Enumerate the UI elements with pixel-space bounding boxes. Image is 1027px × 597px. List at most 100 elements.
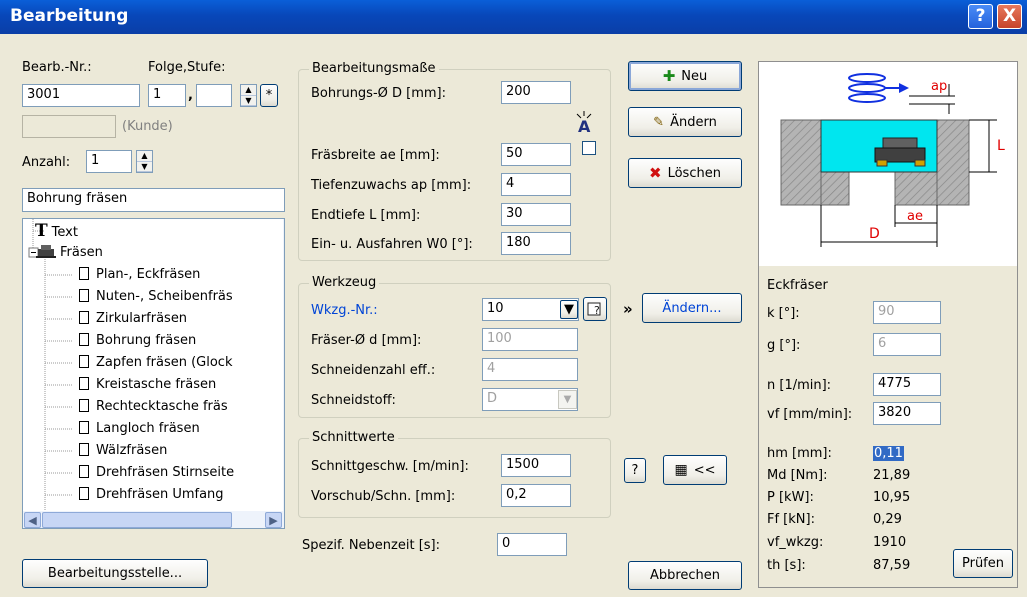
tree-horizontal-scrollbar[interactable]: ◀ ▶ [23, 511, 284, 528]
vorschub-label: Vorschub/Schn. [mm]: [311, 489, 456, 504]
comma-separator: , [188, 88, 193, 103]
k-input: 90 [873, 301, 941, 324]
spin-down-icon[interactable]: ▼ [137, 162, 152, 172]
scroll-thumb[interactable] [284, 237, 285, 413]
stufe-input[interactable] [196, 84, 232, 107]
plus-icon: ✚ [662, 67, 676, 85]
help-calc-button[interactable]: ? [624, 458, 646, 483]
star-button[interactable]: * [260, 84, 278, 107]
abbrechen-button[interactable]: Abbrechen [628, 561, 742, 590]
tree-node-zapfenfraesen[interactable]: Zapfen fräsen (Glock [79, 352, 233, 374]
svg-text:?: ? [594, 304, 600, 317]
result-p-value: 10,95 [873, 490, 911, 505]
schnittgeschw-input[interactable]: 1500 [501, 454, 571, 477]
tree-node-drehfraesen-stirnseite[interactable]: Drehfräsen Stirnseite [79, 462, 234, 484]
scroll-down-icon[interactable]: ▼ [284, 493, 285, 510]
schneidenzahl-input: 4 [482, 358, 578, 381]
schneidenzahl-label: Schneidenzahl eff.: [311, 363, 436, 378]
neu-button[interactable]: ✚ Neu [628, 61, 742, 91]
einaus-label: Ein- u. Ausfahren W0 [°]: [311, 237, 473, 252]
operation-name-input[interactable]: Bohrung fräsen [22, 188, 285, 212]
result-p-label: P [kW]: [767, 490, 814, 505]
tree-vertical-scrollbar[interactable]: ▲ ▼ [283, 219, 285, 511]
tree-node-nutenfraesen[interactable]: Nuten-, Scheibenfräs [79, 286, 233, 308]
close-button[interactable]: X [997, 4, 1022, 29]
tool-database-icon: ? [587, 302, 601, 317]
tree-node-fraesen[interactable]: Fräsen [35, 242, 103, 264]
scroll-thumb[interactable] [42, 512, 232, 528]
n-input[interactable]: 4775 [873, 373, 941, 396]
delete-icon: ✖ [649, 164, 662, 182]
tool-type-label: Eckfräser [767, 278, 828, 293]
bohrung-input[interactable]: 200 [501, 81, 571, 104]
k-label: k [°]: [767, 306, 800, 321]
result-md-label: Md [Nm]: [767, 468, 828, 483]
group-title: Schnittwerte [309, 430, 398, 445]
document-icon [79, 487, 89, 500]
spin-up-icon[interactable]: ▲ [137, 151, 152, 162]
g-input: 6 [873, 333, 941, 356]
fraeser-input: 100 [482, 328, 578, 351]
folge-spinner[interactable]: ▲ ▼ [240, 84, 257, 107]
scroll-right-icon[interactable]: ▶ [265, 512, 282, 528]
endtiefe-label: Endtiefe L [mm]: [311, 208, 421, 223]
result-vfwkzg-value: 1910 [873, 535, 907, 550]
aendern-button[interactable]: ✎ Ändern [628, 107, 742, 137]
chevron-down-icon[interactable]: ▼ [560, 300, 578, 319]
tiefenzuwachs-label: Tiefenzuwachs ap [mm]: [311, 178, 472, 193]
vf-input[interactable]: 3820 [873, 402, 941, 425]
help-button[interactable]: ? [968, 4, 993, 29]
pruefen-button[interactable]: Prüfen [953, 549, 1013, 578]
n-label: n [1/min]: [767, 378, 832, 393]
title-bar[interactable]: Bearbeitung ? X [0, 0, 1027, 34]
bearbeitungsstelle-button[interactable]: Bearbeitungsstelle... [22, 559, 208, 588]
loeschen-button[interactable]: ✖ Löschen [628, 158, 742, 188]
vorschub-input[interactable]: 0,2 [501, 484, 571, 507]
fraeser-label: Fräser-Ø d [mm]: [311, 333, 422, 348]
calculate-button[interactable]: ▦ << [663, 455, 727, 485]
document-icon [79, 267, 89, 280]
scroll-left-icon[interactable]: ◀ [24, 512, 41, 528]
document-icon [79, 465, 89, 478]
tree-node-bohrung-fraesen[interactable]: Bohrung fräsen [79, 330, 197, 352]
document-icon [79, 289, 89, 302]
result-ff-label: Ff [kN]: [767, 512, 815, 527]
tree-node-plan-eckfraesen[interactable]: Plan-, Eckfräsen [79, 264, 200, 286]
anzahl-spinner[interactable]: ▲ ▼ [136, 150, 153, 173]
document-icon [79, 443, 89, 456]
bore-milling-sketch: ap L ae D [780, 73, 1005, 247]
nebenzeit-input[interactable]: 0 [497, 533, 567, 556]
vf-label: vf [mm/min]: [767, 407, 853, 422]
kunde-label: (Kunde) [122, 119, 173, 134]
milling-icon [36, 245, 56, 258]
result-hm-label: hm [mm]: [767, 446, 832, 461]
tree-node-text[interactable]: T Text [35, 220, 78, 242]
bearb-nr-input[interactable]: 3001 [22, 84, 140, 107]
tree-node-drehfraesen-umfang[interactable]: Drehfräsen Umfang [79, 484, 224, 506]
calculator-icon: ▦ [674, 462, 688, 478]
auto-checkbox[interactable] [582, 141, 596, 155]
tree-node-rechtecktasche[interactable]: Rechtecktasche fräs [79, 396, 228, 418]
tool-database-button[interactable]: ? [583, 297, 607, 321]
operation-tree[interactable]: T Text Fräsen Plan-, Eckfräsen Nuten-, Sc… [22, 218, 285, 529]
tree-node-waelzfraesen[interactable]: Wälzfräsen [79, 440, 167, 462]
tree-node-kreistasche[interactable]: Kreistasche fräsen [79, 374, 216, 396]
result-hm-value[interactable]: 0,11 [873, 446, 904, 461]
tree-node-langloch[interactable]: Langloch fräsen [79, 418, 200, 440]
scroll-up-icon[interactable]: ▲ [284, 220, 285, 237]
document-icon [79, 355, 89, 368]
tree-node-zirkularfraesen[interactable]: Zirkularfräsen [79, 308, 187, 330]
spin-up-icon[interactable]: ▲ [241, 85, 256, 96]
document-icon [79, 399, 89, 412]
svg-text:ae: ae [907, 209, 923, 224]
folge-input[interactable]: 1 [148, 84, 186, 107]
endtiefe-input[interactable]: 30 [501, 203, 571, 226]
anzahl-label: Anzahl: [22, 155, 71, 170]
anzahl-input[interactable]: 1 [86, 150, 132, 173]
aendern-tool-button[interactable]: Ändern... [642, 293, 742, 323]
tiefenzuwachs-input[interactable]: 4 [501, 173, 571, 196]
result-vfwkzg-label: vf_wkzg: [767, 535, 824, 550]
spin-down-icon[interactable]: ▼ [241, 96, 256, 106]
fraesbreite-input[interactable]: 50 [501, 143, 571, 166]
einaus-input[interactable]: 180 [501, 232, 571, 255]
